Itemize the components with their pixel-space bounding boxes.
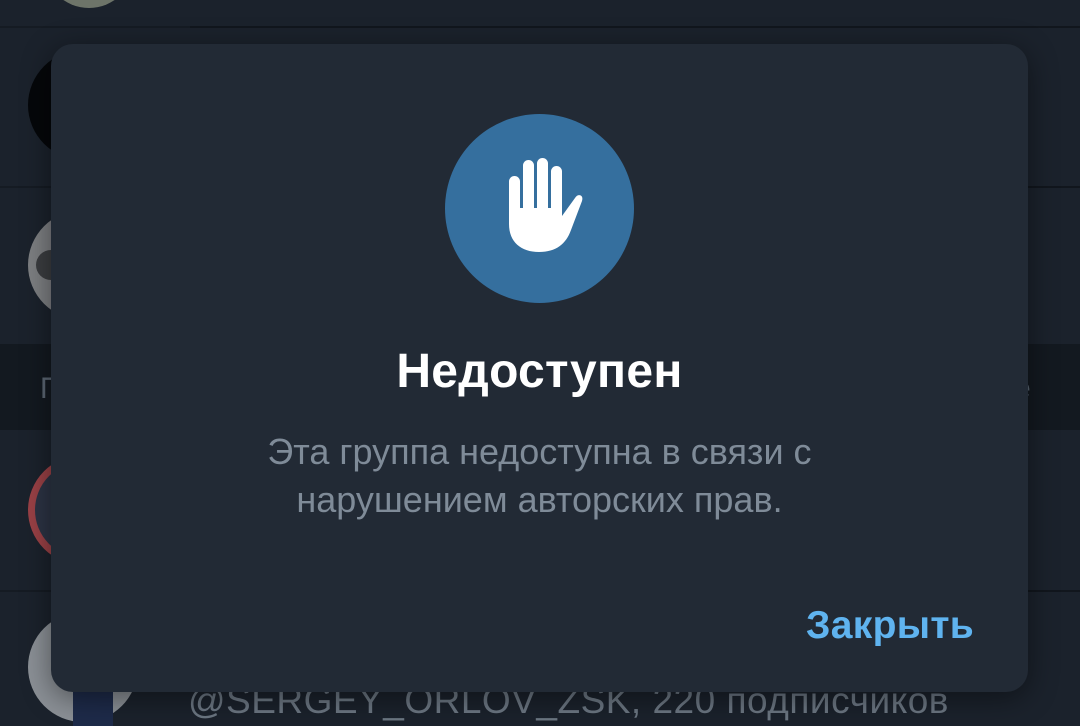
hand-stop-icon [509, 158, 583, 252]
close-button[interactable]: Закрыть [806, 604, 974, 648]
dialog-title: Недоступен [396, 345, 683, 398]
screen: П e @SERGEY_ORLOV_ZSK, 220 подписчиков [0, 0, 1080, 726]
dialog-icon-badge [445, 114, 634, 303]
unavailable-dialog: Недоступен Эта группа недоступна в связи… [51, 44, 1028, 692]
dialog-message: Эта группа недоступна в связи с нарушени… [267, 431, 812, 520]
list-item[interactable] [0, 0, 1080, 26]
